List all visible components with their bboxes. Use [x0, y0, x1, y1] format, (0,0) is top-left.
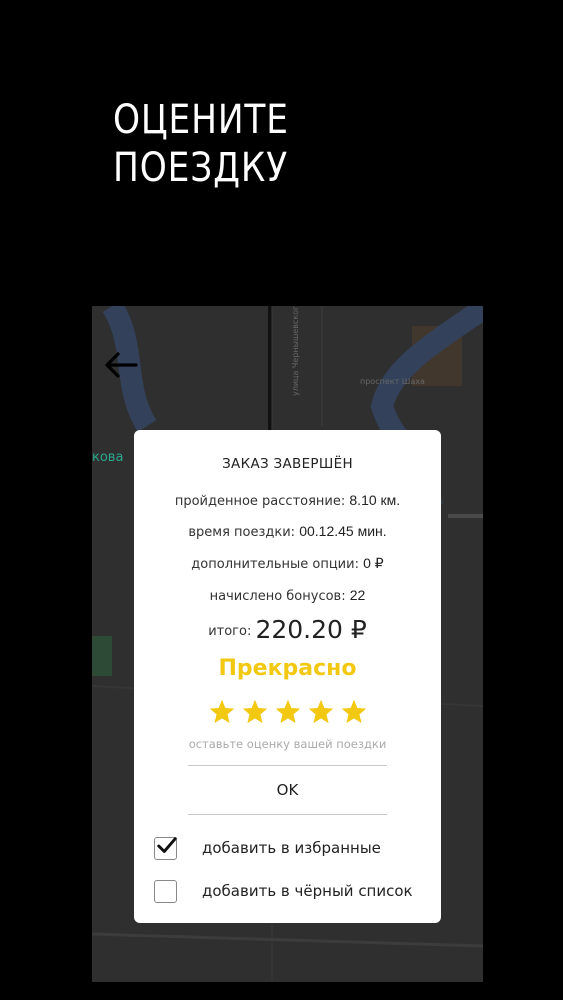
promo-title-line-1: ОЦЕНИТЕ — [113, 97, 289, 143]
star-icon[interactable] — [307, 698, 335, 726]
blacklist-option[interactable]: добавить в чёрный список — [154, 877, 413, 905]
distance-label: пройденное расстояние: — [174, 494, 346, 509]
star-icon[interactable] — [340, 698, 368, 726]
bonus-label: начислено бонусов: — [209, 589, 346, 604]
map-street-label: улица Чернышевского — [291, 306, 300, 396]
star-icon[interactable] — [274, 698, 302, 726]
divider-top — [188, 765, 387, 766]
star-rating[interactable] — [134, 698, 441, 726]
distance-value: 8.10 км. — [349, 492, 401, 508]
bonus-value: 22 — [349, 587, 366, 603]
checkmark-icon — [157, 836, 177, 853]
time-row: время поездки: 00.12.45 мин. — [134, 523, 441, 540]
total-label: итого: — [208, 624, 252, 639]
bonus-row: начислено бонусов: 22 — [134, 587, 441, 604]
distance-row: пройденное расстояние: 8.10 км. — [134, 492, 441, 509]
dialog-title: ЗАКАЗ ЗАВЕРШЁН — [222, 456, 353, 472]
map-street-label-2: проспект Шаха — [360, 377, 425, 386]
options-row: дополнительные опции: 0 ₽ — [134, 555, 441, 572]
time-label: время поездки: — [188, 525, 296, 540]
favorite-checkbox[interactable] — [154, 836, 177, 860]
options-value: 0 ₽ — [363, 555, 384, 571]
favorite-label: добавить в избранные — [202, 839, 381, 857]
options-label: дополнительные опции: — [191, 557, 359, 572]
divider-bottom — [188, 814, 387, 815]
phone-screen: улица Чернышевского проспект Шаха кова З… — [92, 306, 483, 982]
star-icon[interactable] — [241, 698, 269, 726]
arrow-left-icon[interactable] — [104, 352, 138, 378]
order-complete-dialog: ЗАКАЗ ЗАВЕРШЁН пройденное расстояние: 8.… — [134, 430, 441, 923]
rating-word: Прекрасно — [218, 656, 357, 681]
rating-hint: оставьте оценку вашей поездки — [188, 737, 387, 751]
favorite-option[interactable]: добавить в избранные — [154, 834, 381, 862]
blacklist-checkbox[interactable] — [154, 879, 177, 903]
ok-button[interactable]: OK — [188, 767, 387, 813]
promo-title: ОЦЕНИТЕ ПОЕЗДКУ — [113, 96, 289, 192]
total-value: 220.20 ₽ — [255, 615, 367, 644]
map-place-label: кова — [92, 450, 123, 465]
blacklist-label: добавить в чёрный список — [202, 882, 413, 900]
star-icon[interactable] — [208, 698, 236, 726]
promo-title-line-2: ПОЕЗДКУ — [113, 145, 289, 191]
total-row: итого: 220.20 ₽ — [134, 612, 441, 644]
time-value: 00.12.45 мин. — [299, 523, 387, 539]
